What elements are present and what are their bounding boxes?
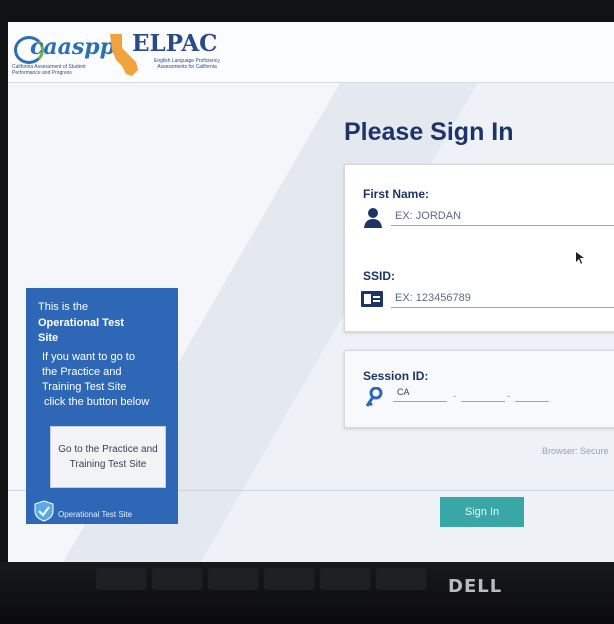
first-name-label: First Name: — [363, 187, 430, 201]
panel-line: Site — [38, 332, 59, 344]
first-name-input[interactable] — [391, 207, 614, 226]
keyboard-key — [320, 568, 370, 590]
dell-logo: DELL — [448, 576, 503, 597]
mouse-cursor-icon — [576, 252, 584, 264]
session-id-prefix[interactable]: CA — [393, 387, 447, 402]
session-id-separator: - — [453, 391, 456, 401]
key-icon — [365, 387, 383, 407]
id-card-icon — [361, 291, 383, 307]
page-title: Please Sign In — [344, 118, 514, 146]
panel-line: If you want to go to — [42, 351, 135, 363]
caaspp-logo: caaspp California Assessment of Student … — [12, 30, 115, 78]
panel-line: the Practice and — [42, 366, 122, 378]
credentials-card: First Name: SSID: — [344, 164, 614, 332]
panel-line: This is the — [38, 301, 89, 313]
site-info-panel: This is the Operational Test Site If you… — [26, 288, 178, 524]
sign-in-button[interactable]: Sign In — [440, 497, 524, 527]
caaspp-logo-text: caaspp — [30, 34, 116, 60]
session-id-label: Session ID: — [363, 369, 429, 383]
operational-site-label: Operational Test Site — [58, 510, 133, 519]
session-id-part-2[interactable] — [461, 387, 505, 402]
session-id-part-3[interactable] — [515, 387, 549, 402]
app-window: caaspp California Assessment of Student … — [8, 22, 614, 562]
panel-line: click the button below — [44, 396, 150, 408]
shield-check-icon — [34, 500, 54, 522]
elpac-logo: ELPAC English Language Proficiency Asses… — [108, 28, 238, 78]
panel-line: Training Test Site — [42, 381, 127, 393]
session-id-separator: - — [507, 391, 510, 401]
session-card: Session ID: CA - - — [344, 350, 614, 428]
ssid-input[interactable] — [391, 289, 614, 308]
keyboard-key — [376, 568, 426, 590]
keyboard-key — [152, 568, 202, 590]
keyboard-key — [264, 568, 314, 590]
header: caaspp California Assessment of Student … — [8, 22, 614, 83]
keyboard-key — [208, 568, 258, 590]
caaspp-tagline: California Assessment of Student Perform… — [12, 64, 86, 76]
panel-line: Operational Test — [38, 317, 124, 329]
practice-site-button[interactable]: Go to the Practice and Training Test Sit… — [50, 426, 166, 488]
elpac-logo-text: ELPAC — [132, 30, 218, 57]
ssid-label: SSID: — [363, 269, 396, 283]
person-icon — [364, 208, 382, 228]
keyboard-key — [96, 568, 146, 590]
browser-status: Browser: Secure — [542, 446, 609, 456]
elpac-tagline: English Language Proficiency Assessments… — [154, 58, 220, 70]
